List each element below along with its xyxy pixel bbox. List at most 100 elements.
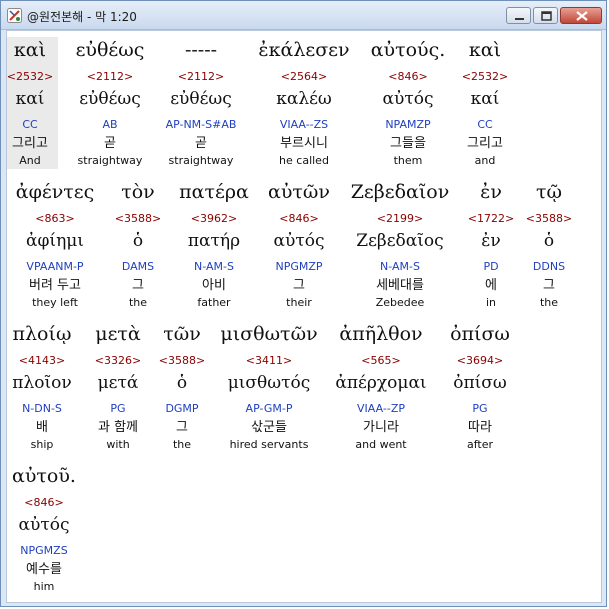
korean-gloss: 버려 두고 [29, 278, 81, 293]
korean-gloss: 곧 [195, 136, 207, 151]
english-gloss: the [539, 296, 559, 309]
korean-gloss: 에 [485, 278, 497, 293]
lemma-form: ὀπίσω [453, 373, 507, 393]
strongs-number[interactable]: <565> [331, 351, 431, 371]
word-block[interactable]: ἀφέντες <863> ἀφίημι VPAANM-P 버려 두고 they left [10, 179, 100, 311]
word-block[interactable]: ἐν <1722> ἐν PD 에 in [466, 179, 516, 311]
strongs-number[interactable]: <2532> [455, 67, 515, 87]
word-block[interactable]: μετὰ <3326> μετά PG 과 함께 with [80, 321, 156, 453]
word-block[interactable]: πατέρα <3962> πατήρ N-AM-S 아비 father [174, 179, 254, 311]
strongs-number[interactable]: <2199> [345, 209, 455, 229]
strongs-number[interactable]: <2112> [68, 67, 152, 87]
minimize-button[interactable] [506, 7, 531, 24]
lemma-form: μετά [97, 373, 139, 393]
strongs-number[interactable]: <1722> [466, 209, 516, 229]
strongs-number[interactable]: <2564> [254, 67, 354, 87]
greek-word: καὶ [13, 39, 47, 61]
strongs-number[interactable]: <3588> [152, 351, 212, 371]
word-block[interactable]: εὐθέως <2112> εὐθέως AB 곧 straightway [68, 37, 152, 169]
word-block[interactable]: ----- <2112> εὐθέως AP-NM-S#AB 곧 straightway [151, 37, 251, 169]
parsing-code: VIAA--ZS [279, 118, 329, 131]
parsing-code: DGMP [165, 402, 199, 415]
strongs-number[interactable]: <3694> [440, 351, 520, 371]
interlinear-panel[interactable]: καὶ <2532> καί CC 그리고 And εὐθέως <2112> εὐθέως AB… [6, 30, 602, 603]
greek-word: τῶν [163, 323, 201, 345]
strongs-number[interactable]: <3962> [174, 209, 254, 229]
word-block[interactable]: αὐτῶν <846> αὐτός NPGMZP 그 their [261, 179, 337, 311]
parsing-code: CC [22, 118, 38, 131]
word-block[interactable]: αὐτούς. <846> αὐτός NPAMZP 그들을 them [366, 37, 450, 169]
korean-gloss: 곧 [104, 136, 116, 151]
word-block[interactable]: ἀπῆλθον <565> ἀπέρχομαι VIAA--ZP 가니라 and went [331, 321, 431, 453]
greek-word: τὸν [121, 181, 155, 203]
strongs-number[interactable]: <3588> [524, 209, 574, 229]
lemma-form: ὁ [543, 231, 555, 251]
minimize-icon [515, 18, 524, 20]
english-gloss: ship [30, 438, 54, 451]
english-gloss: with [106, 438, 130, 451]
strongs-number[interactable]: <3411> [214, 351, 324, 371]
strongs-number[interactable]: <4143> [7, 351, 77, 371]
close-button[interactable] [560, 7, 602, 24]
maximize-button[interactable] [533, 7, 558, 24]
window-title: @원전본해 - 막 1:20 [27, 10, 137, 24]
greek-word: Ζεβεδαῖον [350, 181, 450, 203]
english-gloss: he called [279, 154, 329, 167]
close-icon [576, 11, 588, 21]
greek-word: ἀπῆλθον [339, 323, 423, 345]
word-block[interactable]: πλοίῳ <4143> πλοῖον N-DN-S 배 ship [7, 321, 77, 453]
word-block[interactable]: ὀπίσω <3694> ὀπίσω PG 따라 after [440, 321, 520, 453]
strongs-number[interactable]: <2532> [7, 67, 58, 87]
english-gloss: And [19, 154, 41, 167]
word-block[interactable]: ἐκάλεσεν <2564> καλέω VIAA--ZS 부르시니 he called [254, 37, 354, 169]
english-gloss: they left [32, 296, 78, 309]
strongs-number[interactable]: <846> [261, 209, 337, 229]
app-icon [7, 8, 22, 23]
parsing-code: NPAMZP [385, 118, 431, 131]
word-block[interactable]: τῶν <3588> ὁ DGMP 그 the [152, 321, 212, 453]
strongs-number[interactable]: <863> [10, 209, 100, 229]
greek-word: πατέρα [179, 181, 249, 203]
strongs-number[interactable]: <2112> [151, 67, 251, 87]
english-gloss: Zebedee [375, 296, 425, 309]
greek-word: εὐθέως [75, 39, 145, 61]
english-gloss: hired servants [229, 438, 309, 451]
lemma-form: πατήρ [187, 231, 241, 251]
lemma-form: εὐθέως [79, 89, 141, 109]
strongs-number[interactable]: <846> [9, 493, 79, 513]
parsing-code: N-DN-S [22, 402, 62, 415]
english-gloss: father [197, 296, 231, 309]
korean-gloss: 그 [293, 278, 305, 293]
word-block[interactable]: καὶ <2532> καί CC 그리고 and [455, 37, 515, 169]
parsing-code: AB [102, 118, 118, 131]
strongs-number[interactable]: <3326> [80, 351, 156, 371]
lemma-form: ἀφίημι [26, 231, 84, 251]
korean-gloss: 그 [543, 278, 555, 293]
strongs-number[interactable]: <846> [366, 67, 450, 87]
title-bar[interactable]: @원전본해 - 막 1:20 [1, 1, 606, 30]
greek-word: ὀπίσω [450, 323, 510, 345]
greek-word: ----- [184, 39, 218, 61]
greek-word: καὶ [468, 39, 502, 61]
parsing-code: NPGMZS [20, 544, 68, 557]
word-block[interactable]: καὶ <2532> καί CC 그리고 And [7, 37, 58, 169]
lemma-form: αὐτός [18, 515, 70, 535]
word-block[interactable]: τὸν <3588> ὁ DAMS 그 the [108, 179, 168, 311]
greek-word: αὐτῶν [268, 181, 330, 203]
greek-word: αὐτοῦ. [12, 465, 76, 487]
parsing-code: PD [483, 260, 499, 273]
korean-gloss: 그리고 [467, 136, 503, 151]
lemma-form: πλοῖον [12, 373, 72, 393]
greek-word: μετὰ [95, 323, 141, 345]
word-block[interactable]: αὐτοῦ. <846> αὐτός NPGMZS 예수를 him [9, 463, 79, 595]
english-gloss: straightway [168, 154, 234, 167]
word-block[interactable]: Ζεβεδαῖον <2199> Ζεβεδαῖος N-AM-S 세베대를 Zebede… [345, 179, 455, 311]
english-gloss: and went [355, 438, 407, 451]
greek-word: τῷ [535, 181, 562, 203]
word-block[interactable]: τῷ <3588> ὁ DDNS 그 the [524, 179, 574, 311]
strongs-number[interactable]: <3588> [108, 209, 168, 229]
english-gloss: and [474, 154, 496, 167]
parsing-code: DAMS [121, 260, 155, 273]
lemma-form: ὁ [176, 373, 188, 393]
word-block[interactable]: μισθωτῶν <3411> μισθωτός AP-GM-P 삯군들 hired se… [214, 321, 324, 453]
